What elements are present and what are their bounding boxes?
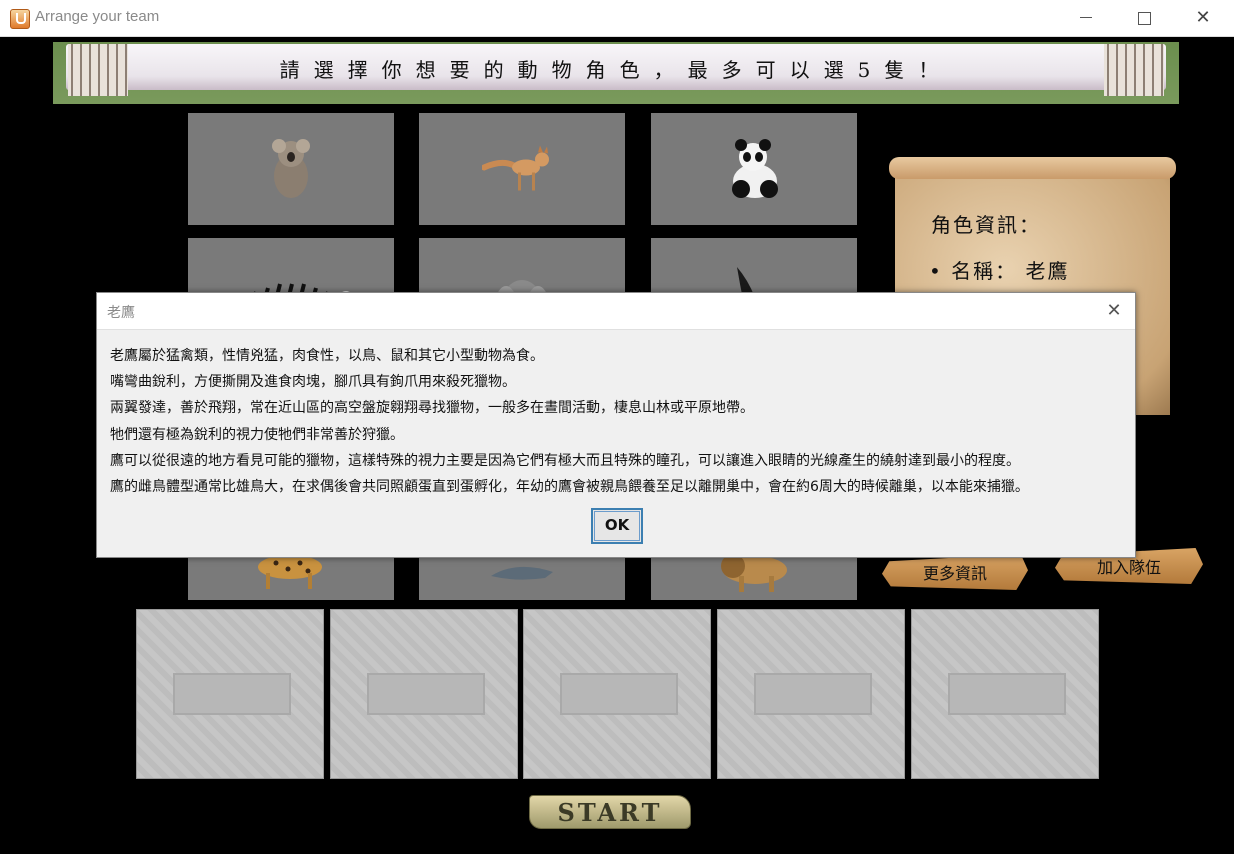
team-slot-3[interactable] — [523, 609, 711, 779]
fox-image — [482, 145, 549, 191]
team-slot-1[interactable] — [136, 609, 324, 779]
animal-card-fox[interactable] — [419, 113, 625, 225]
window-title: Arrange your team — [35, 8, 160, 25]
dialog-line: 鷹可以從很遠的地方看見可能的獵物，這樣特殊的視力主要是因為它們有極大而且特殊的瞳… — [110, 452, 1020, 469]
dialog-message: 老鷹屬於猛禽類，性情兇猛，肉食性，以鳥、鼠和其它小型動物為食。 嘴彎曲銳利，方便… — [110, 343, 1130, 500]
more-info-button[interactable]: 更多資訊 — [882, 554, 1028, 590]
banner-text: 請選擇你想要的動物角色，最多可以選5隻！ — [279, 58, 953, 82]
animal-card-panda[interactable] — [651, 113, 857, 225]
panda-image — [732, 139, 778, 198]
window-close-button[interactable]: ✕ — [1180, 0, 1226, 36]
dialog-line: 鷹的雌鳥體型通常比雄鳥大，在求偶後會共同照顧蛋直到蛋孵化，年幼的鷹會被親鳥餵養至… — [110, 478, 1029, 495]
dialog-line: 兩翼發達，善於飛翔，常在近山區的高空盤旋翱翔尋找獵物，一般多在晝間活動，棲息山林… — [110, 400, 754, 417]
start-label: START — [557, 798, 663, 827]
minimize-icon — [1080, 17, 1092, 18]
team-slot-2[interactable] — [330, 609, 518, 779]
close-icon: ✕ — [1195, 7, 1211, 28]
dialog-line: 老鷹屬於猛禽類，性情兇猛，肉食性，以鳥、鼠和其它小型動物為食。 — [110, 348, 544, 364]
character-name-line: • 名稱： 老鷹 — [929, 259, 1070, 283]
character-info-title: 角色資訊： — [931, 213, 1041, 237]
dialog-close-button[interactable]: ✕ — [1101, 299, 1127, 323]
banner-scroll: 請選擇你想要的動物角色，最多可以選5隻！ — [66, 44, 1166, 96]
minimize-button[interactable] — [1063, 0, 1109, 36]
java-app-icon — [10, 9, 30, 29]
koala-image — [272, 139, 310, 198]
window-titlebar: Arrange your team ✕ — [0, 0, 1234, 37]
instruction-banner: 請選擇你想要的動物角色，最多可以選5隻！ — [53, 42, 1179, 104]
slot-placeholder-plate — [560, 673, 678, 715]
dialog-titlebar: 老鷹 ✕ — [97, 293, 1135, 330]
ok-button[interactable]: OK — [591, 508, 643, 544]
slot-placeholder-plate — [754, 673, 872, 715]
close-icon: ✕ — [1106, 300, 1122, 321]
slot-placeholder-plate — [173, 673, 291, 715]
start-button[interactable]: START — [529, 795, 691, 829]
more-info-label: 更多資訊 — [922, 564, 987, 583]
scroll-roller — [889, 157, 1176, 179]
dialog-title: 老鷹 — [107, 305, 135, 321]
slot-placeholder-plate — [948, 673, 1066, 715]
maximize-icon — [1138, 12, 1151, 25]
dialog-line: 嘴彎曲銳利，方便撕開及進食肉塊，腳爪具有鉤爪用來殺死獵物。 — [110, 374, 516, 391]
shark-image — [491, 566, 553, 580]
dialog-line: 牠們還有極為銳利的視力使牠們非常善於狩獵。 — [110, 426, 404, 443]
maximize-button[interactable] — [1121, 0, 1167, 36]
team-slot-4[interactable] — [717, 609, 905, 779]
slot-placeholder-plate — [367, 673, 485, 715]
animal-card-koala[interactable] — [188, 113, 394, 225]
team-slot-5[interactable] — [911, 609, 1099, 779]
animal-info-dialog: 老鷹 ✕ 老鷹屬於猛禽類，性情兇猛，肉食性，以鳥、鼠和其它小型動物為食。 嘴彎曲… — [96, 292, 1136, 558]
